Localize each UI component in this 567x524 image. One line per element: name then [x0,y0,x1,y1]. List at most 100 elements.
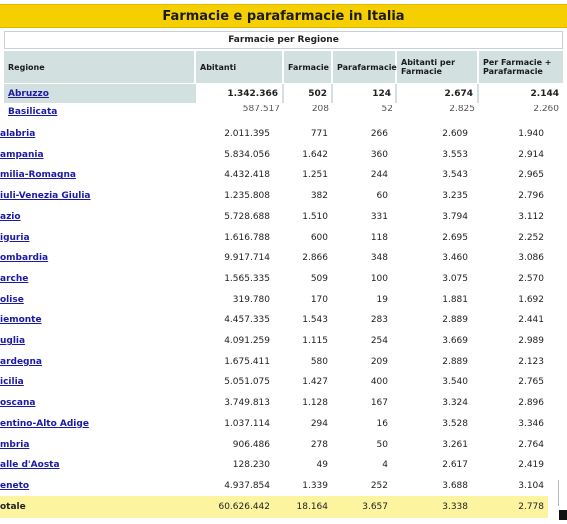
region-link[interactable]: azio [0,212,188,222]
cell-ab-farmacie: 3.460 [442,253,468,264]
cell-farmacie: 1.510 [302,211,328,222]
total-ab-farm-para: 2.778 [518,502,544,512]
cell-parafarmacie: 52 [381,105,393,114]
cell-ab-farm-para: 2.896 [518,398,544,409]
cell-ab-farmacie: 3.688 [442,480,468,491]
cell-ab-farmacie: 3.075 [442,273,468,284]
cell-ab-farm-para: 2.914 [518,149,544,160]
header-per-farmacie-parafarmacie[interactable]: Per Farmacie + Parafarmacie [479,51,563,83]
cell-parafarmacie: 283 [370,315,388,326]
region-link[interactable]: alle d'Aosta [0,460,188,470]
table-row: eneto 4.937.854 1.339 252 3.688 3.104 [0,476,567,496]
cell-farmacie: 580 [310,356,328,367]
cell-ab-farm-para: 2.965 [518,170,544,181]
region-link[interactable]: oscana [0,398,188,408]
cell-ab-farmacie: 2.609 [442,129,468,139]
table-row: icilia 5.051.075 1.427 400 3.540 2.765 [0,372,567,392]
cell-abitanti: 4.457.335 [224,315,270,326]
table-row-highlighted: Abruzzo 1.342.366 502 124 2.674 2.144 [4,84,563,103]
cell-ab-farm-para: 3.346 [518,418,544,429]
cell-ab-farmacie: 2.889 [442,356,468,367]
cell-abitanti: 1.616.788 [224,232,270,243]
table-row: uglia 4.091.259 1.115 254 3.669 2.989 [0,331,567,351]
region-link[interactable]: iguria [0,233,188,243]
region-link[interactable]: milia-Romagna [0,170,188,180]
region-link[interactable]: icilia [0,377,188,387]
cell-ab-farm-para: 2.260 [533,105,559,114]
cell-parafarmacie: 167 [370,398,388,409]
header-abitanti[interactable]: Abitanti [196,51,284,83]
region-link[interactable]: ampania [0,150,188,160]
region-link[interactable]: uglia [0,336,188,346]
cell-farmacie: 771 [310,129,328,139]
cell-ab-farmacie: 2.825 [449,105,475,114]
cell-parafarmacie: 254 [370,336,388,346]
cell-ab-farmacie: 2.889 [442,315,468,326]
table-row-partial: Basilicata 587.517 208 52 2.825 2.260 [4,105,563,119]
table-row: iemonte 4.457.335 1.543 283 2.889 2.441 [0,310,567,330]
region-link[interactable]: eneto [0,481,188,491]
cell-abitanti: 9.917.714 [224,253,270,264]
cell-abitanti: 1.675.411 [224,356,270,367]
cell-ab-farm-para: 2.570 [518,273,544,284]
table-row: azio 5.728.688 1.510 331 3.794 3.112 [0,207,567,227]
cell-farmacie: 208 [311,105,329,114]
cell-ab-farm-para: 1.940 [518,129,544,139]
cell-ab-farmacie: 2.617 [442,460,468,471]
region-link[interactable]: iuli-Venezia Giulia [0,191,188,201]
cell-ab-farmacie: 1.881 [442,294,468,305]
page-title: Farmacie e parafarmacie in Italia [0,4,567,28]
cell-ab-farm-para: 3.086 [518,253,544,264]
header-abitanti-per-farmacie[interactable]: Abitanti per Farmacie [397,51,479,83]
region-link[interactable]: ombardia [0,253,188,263]
cell-ab-farm-para: 2.144 [479,84,563,103]
cell-ab-farmacie: 3.669 [442,336,468,346]
header-parafarmacie[interactable]: Parafarmacie [333,51,397,83]
region-link[interactable]: mbria [0,440,188,450]
header-regione[interactable]: Regione [4,51,196,83]
cell-farmacie: 1.642 [302,149,328,160]
cell-ab-farmacie: 3.553 [442,149,468,160]
table-row: iguria 1.616.788 600 118 2.695 2.252 [0,228,567,248]
total-abitanti: 60.626.442 [218,502,270,512]
table-row: ardegna 1.675.411 580 209 2.889 2.123 [0,352,567,372]
cell-ab-farmacie: 3.794 [442,211,468,222]
cell-ab-farm-para: 2.419 [518,460,544,471]
cell-abitanti: 128.230 [232,460,270,471]
cell-parafarmacie: 360 [370,149,388,160]
table-row: entino-Alto Adige 1.037.114 294 16 3.528 3.34… [0,414,567,434]
cell-parafarmacie: 266 [370,129,388,139]
cell-abitanti: 4.432.418 [224,170,270,181]
total-label: otale [0,502,26,512]
table-row: mbria 906.486 278 50 3.261 2.764 [0,435,567,455]
region-link[interactable]: alabria [0,129,188,139]
total-farmacie: 18.164 [296,502,329,512]
cell-parafarmacie: 50 [376,439,388,450]
cell-farmacie: 1.128 [302,398,328,409]
region-link[interactable]: entino-Alto Adige [0,419,188,429]
cell-abitanti: 587.517 [242,105,280,114]
table-row: ampania 5.834.056 1.642 360 3.553 2.914 [0,145,567,165]
region-link[interactable]: arche [0,274,188,284]
region-link[interactable]: Basilicata [4,105,196,119]
region-link[interactable]: Abruzzo [8,89,49,99]
cell-abitanti: 1.037.114 [224,418,270,429]
table-row: arche 1.565.335 509 100 3.075 2.570 [0,269,567,289]
region-link[interactable]: ardegna [0,357,188,367]
cell-ab-farm-para: 1.692 [518,294,544,305]
cell-farmacie: 1.543 [302,315,328,326]
cell-parafarmacie: 4 [382,460,388,471]
cell-parafarmacie: 16 [376,418,388,429]
cell-abitanti: 1.235.808 [224,191,270,202]
cell-farmacie: 502 [284,84,333,103]
cell-abitanti: 1.342.366 [196,84,284,103]
region-link[interactable]: olise [0,295,188,305]
region-link[interactable]: iemonte [0,315,188,325]
cell-abitanti: 3.749.813 [224,398,270,409]
header-farmacie[interactable]: Farmacie [284,51,333,83]
cell-abitanti: 4.937.854 [224,480,270,491]
cell-abitanti: 5.728.688 [224,211,270,222]
cell-parafarmacie: 244 [370,170,388,181]
cell-abitanti: 5.051.075 [224,377,270,388]
scrollbar-edge [558,480,567,506]
